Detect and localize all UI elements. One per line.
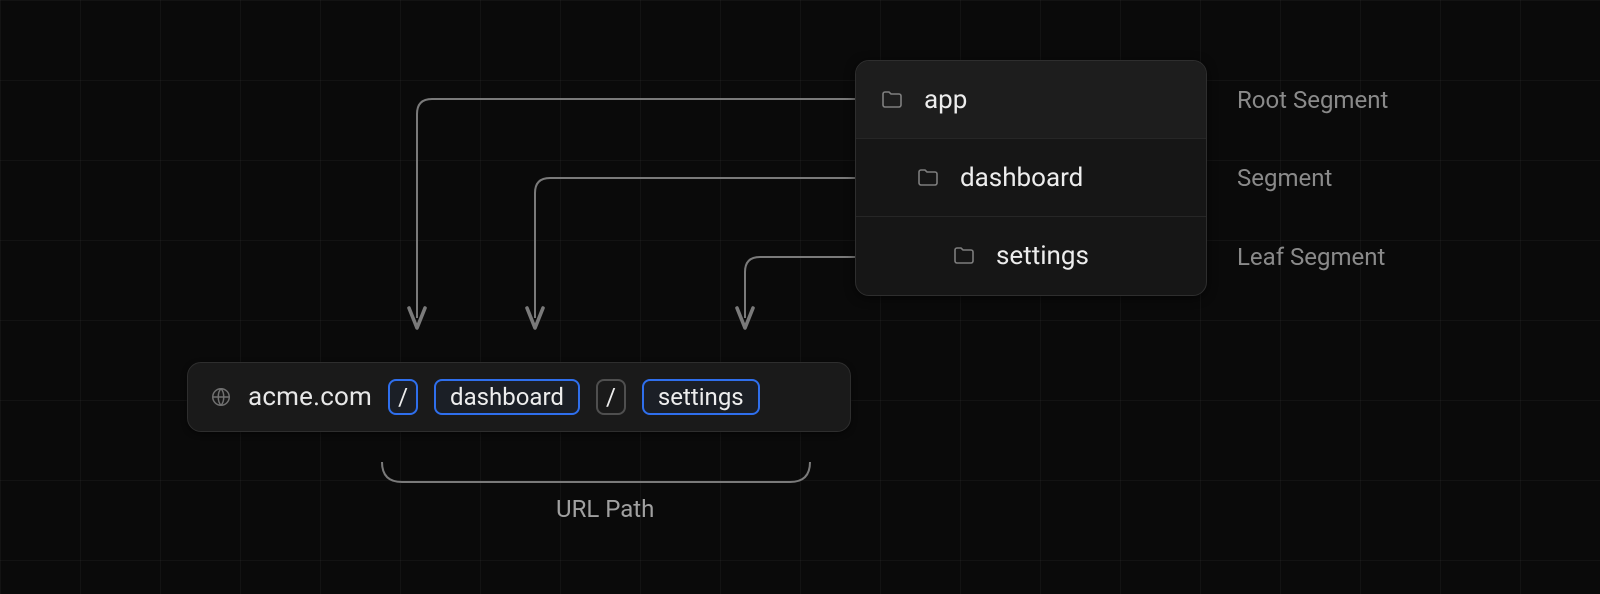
folder-tree-panel: app dashboard settings xyxy=(855,60,1207,296)
url-domain: acme.com xyxy=(248,382,372,412)
tree-row-settings: settings xyxy=(856,217,1206,295)
tree-row-label: app xyxy=(924,85,967,115)
globe-icon xyxy=(210,386,232,408)
url-segment-dashboard: dashboard xyxy=(434,379,580,415)
annotation-segment: Segment xyxy=(1237,164,1332,192)
tree-row-dashboard: dashboard xyxy=(856,139,1206,217)
annotation-root-segment: Root Segment xyxy=(1237,86,1388,114)
tree-row-app: app xyxy=(856,61,1206,139)
tree-row-label: dashboard xyxy=(960,163,1083,193)
tree-row-label: settings xyxy=(996,241,1089,271)
folder-icon xyxy=(916,166,940,190)
url-segment-root-slash: / xyxy=(388,379,418,415)
annotation-leaf-segment: Leaf Segment xyxy=(1237,243,1385,271)
url-segment-slash: / xyxy=(596,379,626,415)
url-path-caption: URL Path xyxy=(556,495,654,523)
folder-icon xyxy=(880,88,904,112)
folder-icon xyxy=(952,244,976,268)
url-bar: acme.com / dashboard / settings xyxy=(187,362,851,432)
url-segment-settings: settings xyxy=(642,379,760,415)
